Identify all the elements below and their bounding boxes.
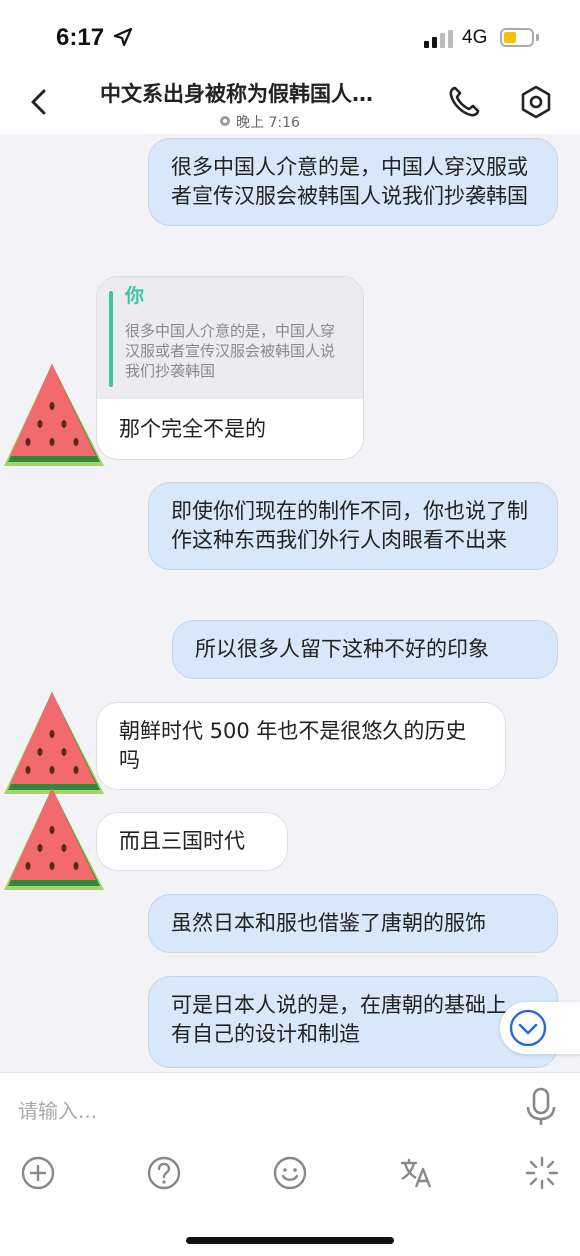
message-bubble-incoming[interactable]: 而且三国时代 <box>96 812 288 871</box>
status-bar: 6:17 4G <box>0 0 580 72</box>
location-pin-icon <box>220 116 230 126</box>
question-circle-icon[interactable] <box>144 1153 184 1193</box>
smiley-icon[interactable] <box>270 1153 310 1193</box>
message-list[interactable]: 很多中国人介意的是，中国人穿汉服或者宣传汉服会被韩国人说我们抄袭韩国 你 很多中… <box>0 134 580 1072</box>
network-type: 4G <box>462 27 488 48</box>
quoted-message[interactable]: 你 很多中国人介意的是，中国人穿汉服或者宣传汉服会被韩国人说我们抄袭韩国 <box>97 277 363 399</box>
message-text: 虽然日本和服也借鉴了唐朝的服饰 <box>171 911 486 935</box>
battery-icon <box>500 28 534 47</box>
location-arrow-icon <box>113 27 133 47</box>
status-time: 6:17 <box>56 24 105 51</box>
message-bubble-incoming[interactable]: 朝鲜时代 500 年也不是很悠久的历史吗 <box>96 702 506 790</box>
microphone-icon[interactable] <box>524 1087 558 1127</box>
translate-icon[interactable] <box>396 1153 436 1193</box>
message-text: 即使你们现在的制作不同，你也说了制作这种东西我们外行人肉眼看不出来 <box>171 499 528 552</box>
message-bubble-outgoing[interactable]: 可是日本人说的是，在唐朝的基础上，有自己的设计和制造 <box>148 976 558 1068</box>
composer: 请输入... <box>0 1072 580 1256</box>
message-text: 很多中国人介意的是，中国人穿汉服或者宣传汉服会被韩国人说我们抄袭韩国 <box>171 155 528 208</box>
chat-header: 中文系出身被称为假韩国人… 晚上 7:16 <box>0 72 580 134</box>
back-button[interactable] <box>24 86 56 118</box>
phone-icon[interactable] <box>446 84 482 120</box>
message-text: 所以很多人留下这种不好的印象 <box>195 637 489 661</box>
home-indicator <box>186 1237 394 1244</box>
message-text: 而且三国时代 <box>119 829 245 853</box>
watermelon-avatar[interactable] <box>0 782 110 902</box>
watermelon-avatar[interactable] <box>0 358 110 478</box>
quote-text: 很多中国人介意的是，中国人穿汉服或者宣传汉服会被韩国人说我们抄袭韩国 <box>125 322 336 380</box>
message-bubble-quoted-reply[interactable]: 你 很多中国人介意的是，中国人穿汉服或者宣传汉服会被韩国人说我们抄袭韩国 那个完… <box>96 276 364 460</box>
chat-title: 中文系出身被称为假韩国人… <box>100 82 373 106</box>
quote-author: 你 <box>125 285 145 307</box>
scroll-to-bottom-button[interactable] <box>500 1002 580 1054</box>
message-input[interactable]: 请输入... <box>18 1095 97 1124</box>
message-bubble-outgoing[interactable]: 所以很多人留下这种不好的印象 <box>172 620 558 679</box>
settings-icon[interactable] <box>518 84 554 120</box>
chat-time-label: 晚上 7:16 <box>236 115 300 131</box>
chevron-down-circle-icon <box>509 1009 547 1047</box>
message-text: 朝鲜时代 500 年也不是很悠久的历史吗 <box>119 719 467 772</box>
message-text: 可是日本人说的是，在唐朝的基础上，有自己的设计和制造 <box>171 993 528 1046</box>
message-bubble-outgoing[interactable]: 很多中国人介意的是，中国人穿汉服或者宣传汉服会被韩国人说我们抄袭韩国 <box>148 138 558 226</box>
message-bubble-outgoing[interactable]: 即使你们现在的制作不同，你也说了制作这种东西我们外行人肉眼看不出来 <box>148 482 558 570</box>
signal-icon <box>424 30 453 48</box>
sparkle-icon[interactable] <box>522 1153 562 1193</box>
message-text: 那个完全不是的 <box>119 417 266 441</box>
chat-subtitle: 晚上 7:16 <box>218 112 300 132</box>
plus-circle-icon[interactable] <box>18 1153 58 1193</box>
message-bubble-outgoing[interactable]: 虽然日本和服也借鉴了唐朝的服饰 <box>148 894 558 953</box>
